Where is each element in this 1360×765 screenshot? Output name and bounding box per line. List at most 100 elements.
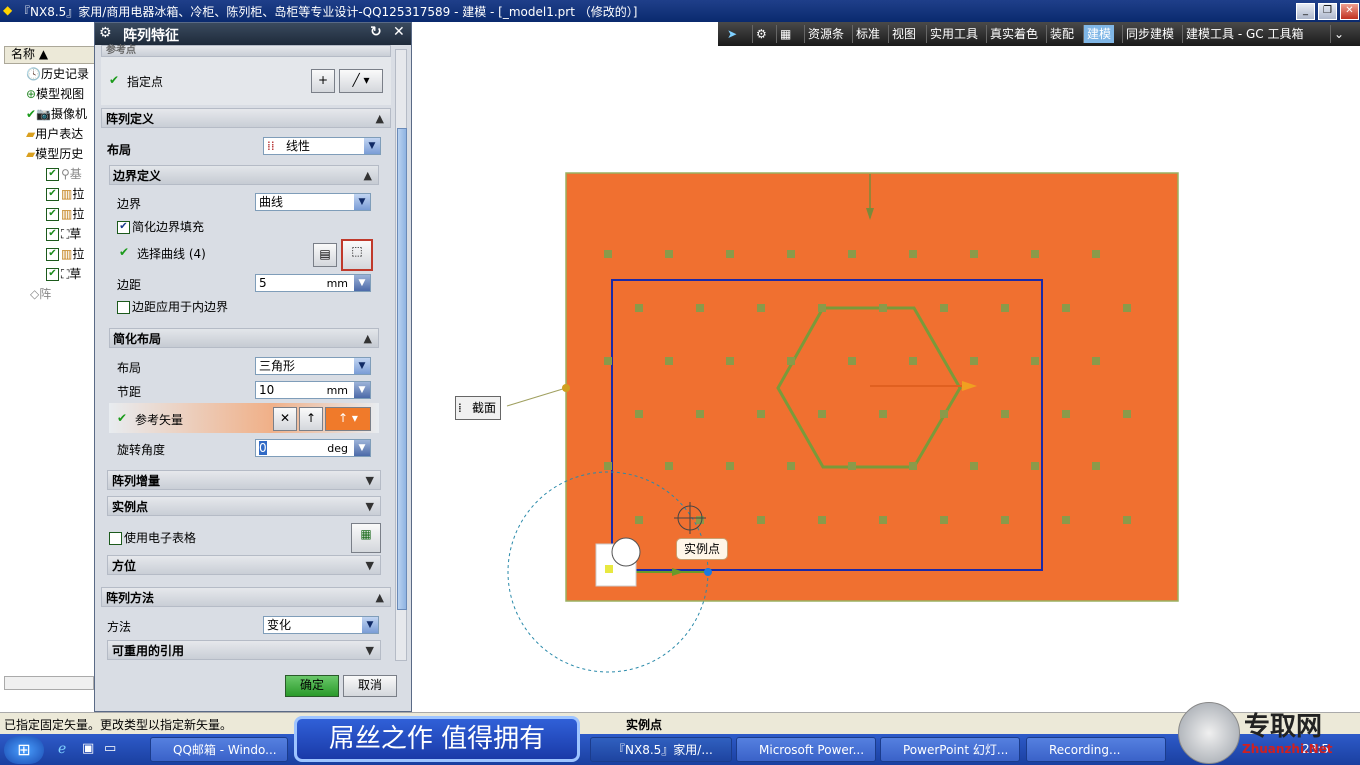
ref-vector-row[interactable]: ✔ 参考矢量 ✕ ↑ ↑ ▾ <box>109 403 379 433</box>
layout2-select[interactable]: 三角形 ▼ <box>255 357 371 375</box>
nav-item-history[interactable]: 🕓历史记录 <box>26 66 89 82</box>
nav-item-label: 模型视图 <box>36 87 85 101</box>
nav-item-feature[interactable]: ✔ ⚲基 <box>46 166 82 182</box>
start-button[interactable]: ⊞ <box>4 736 44 764</box>
task-powerpoint-1[interactable]: Microsoft Power... <box>736 737 876 762</box>
nav-item-label: 历史记录 <box>40 67 89 81</box>
checkbox-icon[interactable]: ✔ <box>46 268 59 281</box>
dialog-scrollbar[interactable] <box>395 49 407 661</box>
checkbox-icon[interactable]: ✔ <box>46 188 59 201</box>
task-powerpoint-2[interactable]: PowerPoint 幻灯... <box>880 737 1020 762</box>
section-orientation[interactable]: 方位 ▼ <box>107 555 381 575</box>
checkbox-icon[interactable]: ✔ <box>46 248 59 261</box>
tab-assembly[interactable]: 装配 <box>1046 25 1077 43</box>
origin-point[interactable] <box>605 565 613 573</box>
nav-item-model-history[interactable]: ▰模型历史 <box>26 146 83 162</box>
task-qq-mail[interactable]: QQ邮箱 - Windo... <box>150 737 288 762</box>
vector-dialog-icon[interactable]: ↑ <box>299 407 323 431</box>
method-select[interactable]: 变化 ▼ <box>263 616 379 634</box>
nav-item-feature[interactable]: ✔ ▥拉 <box>46 246 84 262</box>
minimize-button[interactable]: _ <box>1296 3 1315 20</box>
tab-true-shading[interactable]: 真实着色 <box>986 25 1041 43</box>
pattern-dot <box>1062 410 1070 418</box>
checkbox-icon[interactable]: ✔ <box>46 208 59 221</box>
rotate-angle-unit: deg <box>327 442 348 455</box>
nav-item-feature[interactable]: ✔ ⛶草 <box>46 226 81 242</box>
boundary-select[interactable]: 曲线 ▼ <box>255 193 371 211</box>
tab-utility[interactable]: 实用工具 <box>926 25 981 43</box>
chevron-down-icon[interactable]: ▼ <box>354 275 370 291</box>
curve-list-icon[interactable]: ▤ <box>313 243 337 267</box>
section-reusable-references[interactable]: 可重用的引用 ▼ <box>107 640 381 660</box>
ie-icon[interactable]: ℯ <box>58 741 66 757</box>
toolbar-options-icon[interactable]: ⌄ <box>1330 25 1347 43</box>
tab-modeling[interactable]: 建模 <box>1083 25 1115 43</box>
task-nx[interactable]: 『NX8.5』家用/... <box>590 737 732 762</box>
margin-inner-checkbox[interactable]: ✔边距应用于内边界 <box>117 298 228 315</box>
point-type-dropdown[interactable]: ╱ ▾ <box>339 69 383 93</box>
chevron-down-icon: ▼ <box>365 500 374 513</box>
section-array-definition[interactable]: 阵列定义 ▲ <box>101 108 391 128</box>
section-array-increment[interactable]: 阵列增量 ▼ <box>107 470 381 490</box>
close-window-button[interactable]: ✕ <box>1340 3 1359 20</box>
tab-modeling-tools[interactable]: 建模工具 - GC 工具箱 <box>1182 25 1306 43</box>
point-dialog-icon[interactable]: + <box>311 69 335 93</box>
quicklaunch-icon[interactable]: ▣ <box>82 741 94 756</box>
task-recording[interactable]: Recording... <box>1026 737 1166 762</box>
margin-input[interactable]: 5 mm ▼ <box>255 274 371 292</box>
nav-item-model-views[interactable]: ⊕模型视图 <box>26 86 84 102</box>
pattern-dot <box>787 462 795 470</box>
tab-view[interactable]: 视图 <box>888 25 919 43</box>
pattern-dot <box>1092 462 1100 470</box>
section-label-box[interactable]: ⁞ 截面 <box>455 396 501 420</box>
nav-item-feature[interactable]: ✔ ▥拉 <box>46 206 84 222</box>
navigator-column-header[interactable]: 名称 ▲ <box>4 46 102 64</box>
rotation-handle[interactable] <box>704 568 712 576</box>
margin-label: 边距 <box>117 278 142 292</box>
gear-icon[interactable]: ⚙ <box>99 25 112 41</box>
gear-icon[interactable]: ⚙ <box>752 25 770 43</box>
show-desktop-icon[interactable]: ▭ <box>104 741 116 756</box>
tab-standard[interactable]: 标准 <box>852 25 883 43</box>
graphics-viewport[interactable]: ⁞ 截面 实例点 <box>412 46 1360 712</box>
tab-resource-bar[interactable]: 资源条 <box>804 25 847 43</box>
chevron-down-icon[interactable]: ▼ <box>354 440 370 456</box>
nav-item-cameras[interactable]: ✔📷摄像机 <box>26 106 87 122</box>
nav-item-user-expressions[interactable]: ▰用户表达 <box>26 126 83 142</box>
ref-point-header[interactable]: 参考点 <box>101 45 391 57</box>
pattern-dot <box>818 410 826 418</box>
close-icon[interactable]: ✕ <box>393 24 405 40</box>
cancel-button[interactable]: 取消 <box>343 675 397 697</box>
section-array-method[interactable]: 阵列方法 ▲ <box>101 587 391 607</box>
section-boundary-definition[interactable]: 边界定义 ▲ <box>109 165 379 185</box>
dialog-scrollbar-thumb[interactable] <box>397 128 407 610</box>
layout-select[interactable]: ⁞⁞ 线性 ▼ <box>263 137 381 155</box>
pitch-input[interactable]: 10 mm ▼ <box>255 381 371 399</box>
section-simple-layout[interactable]: 简化布局 ▲ <box>109 328 379 348</box>
nav-item-pattern[interactable]: ◇阵 <box>30 286 51 302</box>
nav-item-feature[interactable]: ✔ ▥拉 <box>46 186 84 202</box>
checkbox-icon[interactable]: ✔ <box>46 168 59 181</box>
simplify-fill-checkbox[interactable]: ✔ 简化边界填充 <box>117 218 204 235</box>
reverse-vector-icon[interactable]: ✕ <box>273 407 297 431</box>
navigator-scrollbar[interactable] <box>4 676 94 690</box>
checkbox-icon[interactable]: ✔ <box>46 228 59 241</box>
pattern-dot <box>940 410 948 418</box>
grid-icon[interactable]: ▦ <box>776 25 794 43</box>
restore-button[interactable]: ❐ <box>1318 3 1337 20</box>
chevron-down-icon[interactable]: ▼ <box>354 382 370 398</box>
section-instance-point[interactable]: 实例点 ▼ <box>107 496 381 516</box>
nav-item-feature[interactable]: ✔ ⛶草 <box>46 266 81 282</box>
nx-menu-icon[interactable]: ➤ <box>724 25 740 43</box>
select-curve-icon[interactable]: ⬚ <box>341 239 373 271</box>
model-view-svg[interactable] <box>412 46 1360 712</box>
section-handle[interactable] <box>562 384 570 392</box>
ok-button[interactable]: 确定 <box>285 675 339 697</box>
use-spreadsheet-checkbox[interactable]: ✔使用电子表格 <box>109 529 196 546</box>
rotate-angle-input[interactable]: 0 deg ▼ <box>255 439 371 457</box>
vector-type-dropdown[interactable]: ↑ ▾ <box>325 407 371 431</box>
spreadsheet-icon[interactable]: ▦ <box>351 523 381 553</box>
nav-item-label: 基 <box>69 167 82 181</box>
tab-sync-modeling[interactable]: 同步建模 <box>1122 25 1177 43</box>
reset-icon[interactable]: ↻ <box>370 24 382 40</box>
